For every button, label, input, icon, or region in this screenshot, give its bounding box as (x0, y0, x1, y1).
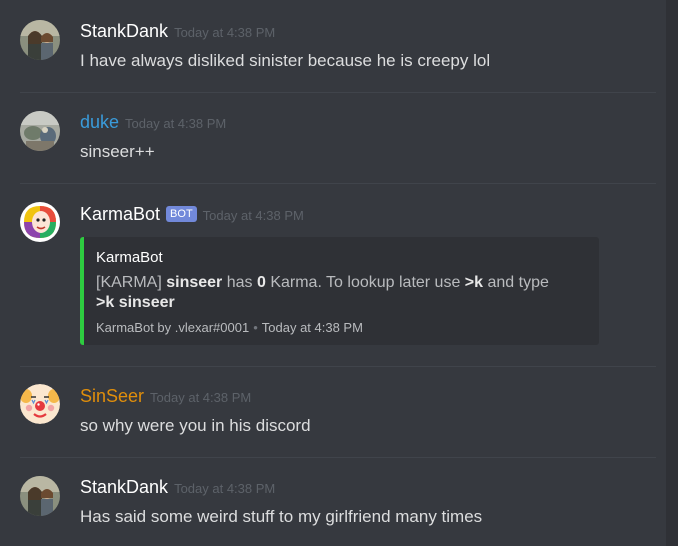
photo-icon (20, 111, 60, 151)
message-header: StankDank Today at 4:38 PM (80, 477, 275, 498)
avatar[interactable] (20, 476, 60, 516)
embed-username: sinseer (166, 274, 223, 291)
username[interactable]: StankDank (80, 477, 168, 497)
scrollbar[interactable] (666, 0, 678, 546)
message-header: KarmaBot BOT Today at 4:38 PM (80, 204, 304, 225)
timestamp[interactable]: Today at 4:38 PM (125, 116, 226, 131)
message-text: sinseer++ (80, 142, 155, 161)
embed-full-command: >k sinseer (96, 294, 175, 311)
message-text: so why were you in his discord (80, 416, 311, 435)
message-divider (20, 366, 656, 367)
username[interactable]: KarmaBot (80, 204, 160, 224)
embed-description: [KARMA] sinseer has 0 Karma. To lookup l… (96, 273, 586, 313)
embed-text: and type (483, 274, 549, 291)
message-header: StankDank Today at 4:38 PM (80, 21, 275, 42)
embed-footer-time: Today at 4:38 PM (261, 320, 363, 335)
username[interactable]: duke (80, 112, 119, 132)
message-divider (20, 92, 656, 93)
chat-messages: StankDank Today at 4:38 PM I have always … (0, 0, 678, 546)
message-text: Has said some weird stuff to my girlfrie… (80, 507, 483, 526)
timestamp[interactable]: Today at 4:38 PM (150, 390, 251, 405)
timestamp[interactable]: Today at 4:38 PM (174, 481, 275, 496)
avatar[interactable] (20, 384, 60, 424)
message-header: duke Today at 4:38 PM (80, 112, 226, 133)
bot-badge: BOT (166, 206, 197, 222)
abstract-face-icon (20, 202, 60, 242)
avatar[interactable] (20, 202, 60, 242)
embed-footer: KarmaBot by .vlexar#0001 • Today at 4:38 P… (96, 320, 363, 335)
footer-separator: • (253, 320, 258, 335)
timestamp[interactable]: Today at 4:38 PM (203, 208, 304, 223)
group-photo-icon (20, 20, 60, 60)
message-divider (20, 183, 656, 184)
message-divider (20, 457, 656, 458)
embed-command: >k (464, 274, 484, 291)
embed-karma-count: 0 (256, 274, 266, 291)
embed-text: Karma. To lookup later use (265, 274, 465, 291)
avatar[interactable] (20, 111, 60, 151)
message-header: SinSeer Today at 4:38 PM (80, 386, 251, 407)
group-photo-icon (20, 476, 60, 516)
embed-title: KarmaBot (96, 249, 163, 266)
embed-footer-author: KarmaBot by .vlexar#0001 (96, 320, 250, 335)
embed-text: has (222, 274, 257, 291)
timestamp[interactable]: Today at 4:38 PM (174, 25, 275, 40)
message-text: I have always disliked sinister because … (80, 51, 491, 70)
embed-text: [KARMA] (96, 274, 167, 291)
clown-face-icon (20, 384, 60, 424)
username[interactable]: SinSeer (80, 386, 144, 406)
karma-embed: KarmaBot [KARMA] sinseer has 0 Karma. To… (80, 237, 599, 345)
username[interactable]: StankDank (80, 21, 168, 41)
avatar[interactable] (20, 20, 60, 60)
